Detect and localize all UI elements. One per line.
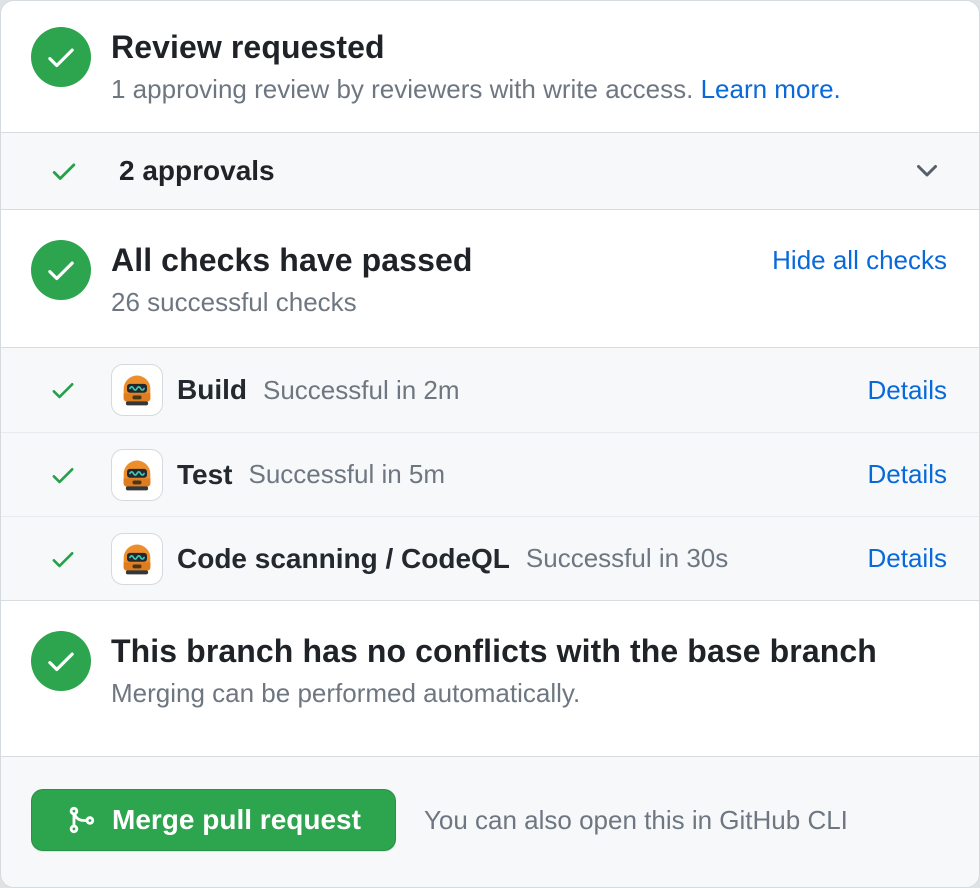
review-requested-section: Review requested 1 approving review by r… (1, 1, 979, 132)
details-link[interactable]: Details (868, 459, 947, 490)
bot-avatar-icon[interactable] (111, 364, 163, 416)
approvals-label: 2 approvals (119, 155, 275, 187)
review-requested-subtitle: 1 approving review by reviewers with wri… (111, 72, 947, 106)
github-cli-note: You can also open this in GitHub CLI (424, 805, 848, 836)
check-row-test: Test Successful in 5m Details (1, 432, 979, 516)
checks-summary-subtitle: 26 successful checks (111, 285, 772, 319)
check-name: Code scanning / CodeQL (177, 543, 510, 575)
bot-avatar-icon[interactable] (111, 533, 163, 585)
merge-readiness-subtitle: Merging can be performed automatically. (111, 676, 947, 710)
checks-summary-title: All checks have passed (111, 240, 772, 280)
check-icon (49, 461, 77, 489)
check-circle-icon (31, 631, 91, 691)
review-requested-text: Review requested 1 approving review by r… (111, 27, 947, 106)
merge-button-label: Merge pull request (112, 804, 361, 836)
review-requested-title: Review requested (111, 27, 947, 67)
check-name: Test (177, 459, 233, 491)
merge-readiness-title: This branch has no conflicts with the ba… (111, 631, 947, 671)
check-icon (49, 376, 77, 404)
approvals-row[interactable]: 2 approvals (1, 132, 979, 210)
merge-pull-request-button[interactable]: Merge pull request (31, 789, 396, 851)
review-subtitle-text: 1 approving review by reviewers with wri… (111, 74, 693, 104)
checks-summary-section: All checks have passed 26 successful che… (1, 210, 979, 347)
learn-more-link[interactable]: Learn more. (701, 74, 841, 104)
details-link[interactable]: Details (868, 543, 947, 574)
check-row-build: Build Successful in 2m Details (1, 348, 979, 432)
check-status: Successful in 30s (526, 543, 728, 574)
hide-all-checks-link[interactable]: Hide all checks (772, 240, 947, 280)
check-icon (49, 545, 77, 573)
check-row-code-scanning: Code scanning / CodeQL Successful in 30s… (1, 516, 979, 600)
check-status: Successful in 5m (249, 459, 446, 490)
check-status: Successful in 2m (263, 375, 460, 406)
merge-readiness-section: This branch has no conflicts with the ba… (1, 601, 979, 756)
merge-readiness-text: This branch has no conflicts with the ba… (111, 631, 947, 710)
checks-summary-text: All checks have passed 26 successful che… (111, 240, 772, 319)
details-link[interactable]: Details (868, 375, 947, 406)
check-circle-icon (31, 27, 91, 87)
bot-avatar-icon[interactable] (111, 449, 163, 501)
check-name: Build (177, 374, 247, 406)
git-merge-icon (66, 805, 96, 835)
check-circle-icon (31, 240, 91, 300)
merge-footer: Merge pull request You can also open thi… (1, 756, 979, 887)
check-icon (49, 156, 79, 186)
chevron-down-icon[interactable] (911, 155, 943, 187)
check-rows: Build Successful in 2m Details Test Succ… (1, 347, 979, 601)
pr-merge-box: Review requested 1 approving review by r… (0, 0, 980, 888)
